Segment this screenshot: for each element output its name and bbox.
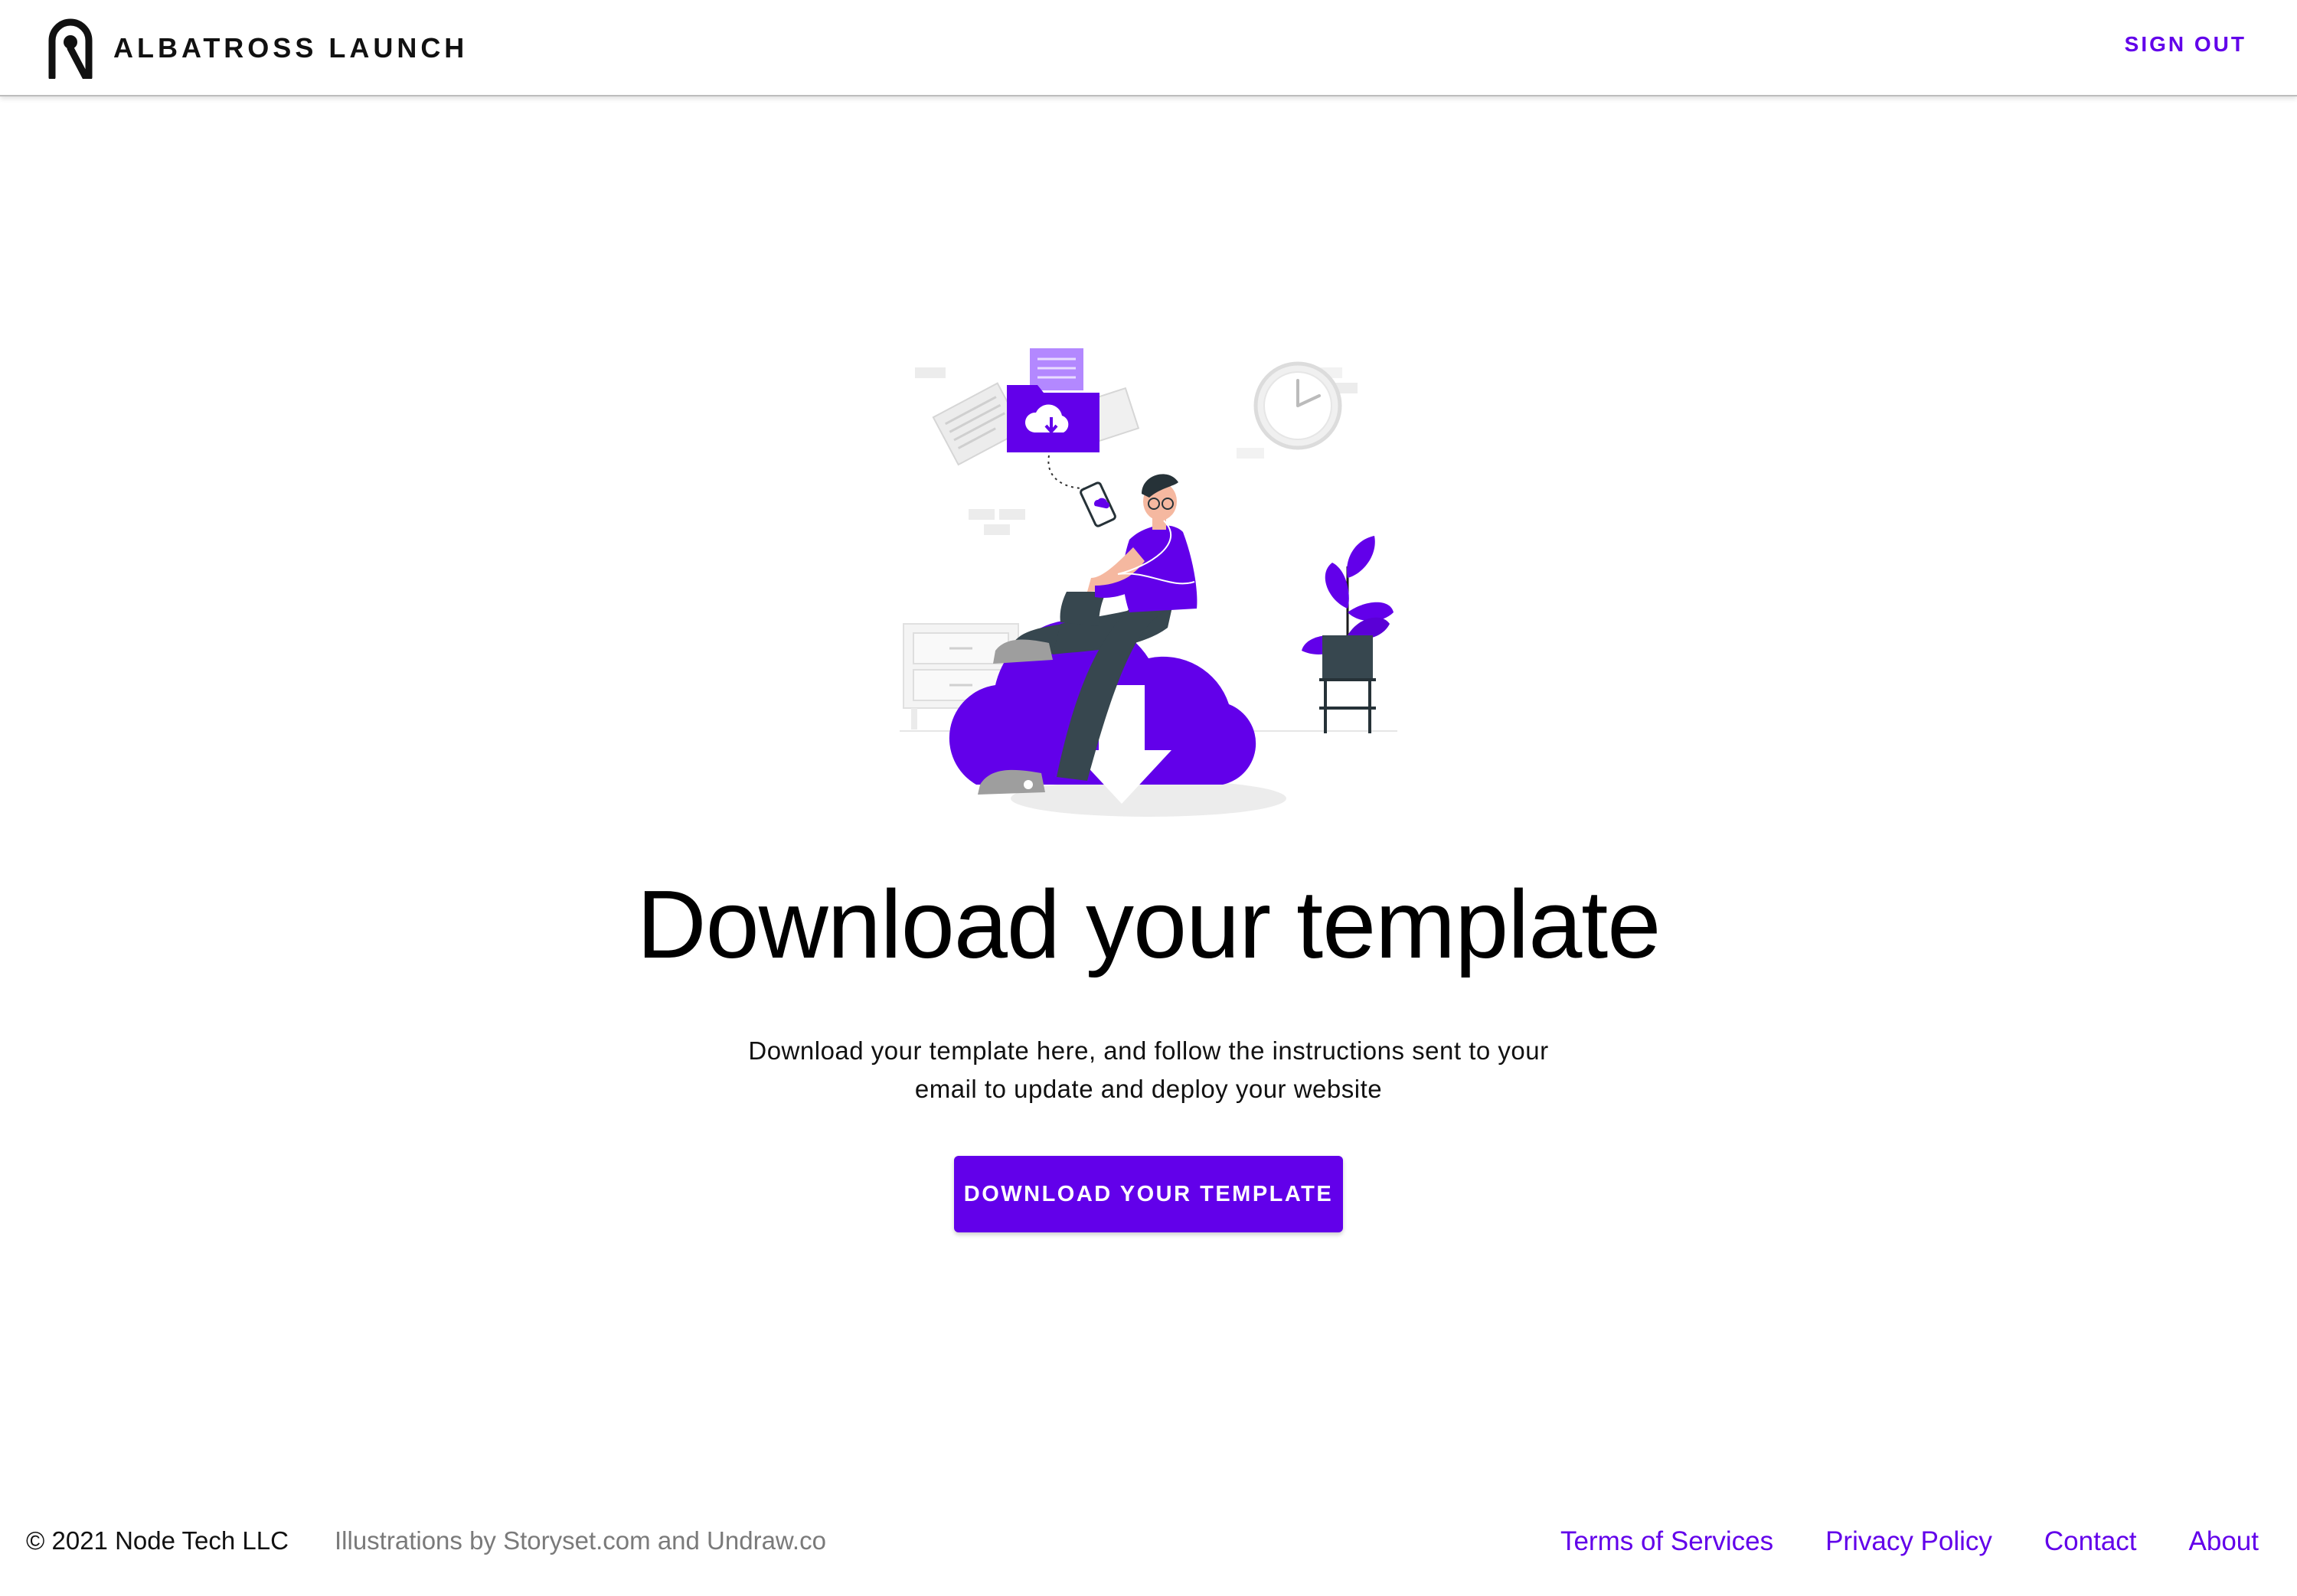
- brand-name: ALBATROSS LAUNCH: [113, 32, 469, 64]
- contact-link[interactable]: Contact: [2044, 1526, 2137, 1557]
- sign-out-button[interactable]: SIGN OUT: [2125, 32, 2246, 57]
- copyright-text: © 2021 Node Tech LLC: [26, 1526, 289, 1555]
- terms-link[interactable]: Terms of Services: [1560, 1526, 1773, 1557]
- illustration-credits: Illustrations by Storyset.com and Undraw…: [335, 1526, 826, 1555]
- cloud-download-illustration-icon: [900, 348, 1397, 817]
- privacy-policy-link[interactable]: Privacy Policy: [1825, 1526, 1992, 1557]
- footer: © 2021 Node Tech LLC Illustrations by St…: [0, 1523, 2297, 1562]
- about-link[interactable]: About: [2189, 1526, 2259, 1557]
- page-title: Download your template: [636, 870, 1661, 978]
- app-bar: ALBATROSS LAUNCH SIGN OUT: [0, 0, 2297, 96]
- page: ALBATROSS LAUNCH SIGN OUT Download your …: [0, 0, 2297, 1596]
- albatross-logo-icon: [48, 18, 93, 79]
- page-description: Download your template here, and follow …: [748, 1036, 1549, 1103]
- footer-nav: Terms of Services Privacy Policy Contact…: [1560, 1526, 2259, 1557]
- brand[interactable]: ALBATROSS LAUNCH: [44, 15, 468, 81]
- download-template-button[interactable]: DOWNLOAD YOUR TEMPLATE: [954, 1156, 1343, 1232]
